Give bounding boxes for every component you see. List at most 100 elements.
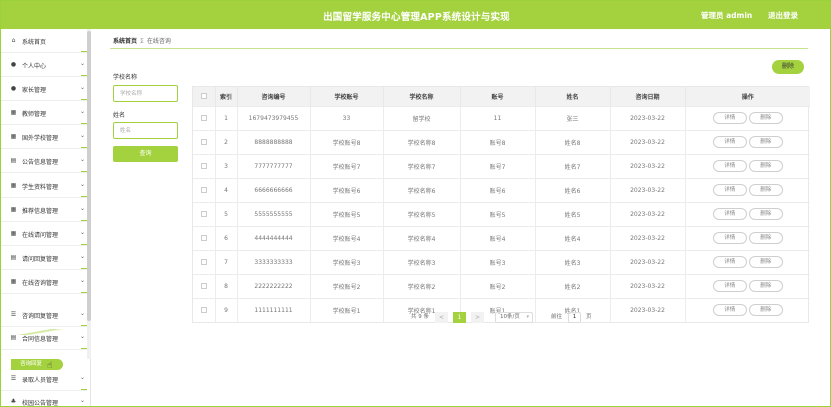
row-checkbox[interactable] [200,259,207,265]
detail-button[interactable]: 详情 [712,256,747,268]
row-school-name: 学校名称4 [383,225,461,250]
home-icon: ⌂ [11,37,16,44]
table-row: 5 5555555555 学校账号5 学校名称5 账号5 姓名5 2023-03-22 详情删… [193,201,810,226]
sidebar-item-foreign-schools[interactable]: ▦ 国外学校管理 ⌄ [1,125,87,149]
breadcrumb-current: 在线咨询 [146,38,171,45]
query-button[interactable]: 查询 [113,146,178,162]
detail-button[interactable]: 详情 [712,136,747,148]
delete-button[interactable]: 删除 [748,232,783,244]
school-name-input[interactable] [113,85,178,102]
sidebar-item-contracts[interactable]: ▤ 合同信息管理 ⌄ [1,326,87,350]
row-checkbox[interactable] [200,115,207,121]
breadcrumb-home[interactable]: 系统首页 [113,38,137,45]
row-index: 4 [215,177,238,202]
user-icon: ● [10,61,17,68]
row-select-cell[interactable] [193,177,216,202]
row-checkbox[interactable] [200,139,207,145]
sidebar-item-consult-reply[interactable]: ☰ 咨询回复管理 ⌄ [1,303,87,327]
col-header-actions: 操作 [685,87,810,106]
top-bar: 出国留学服务中心管理APP系统设计与实现 管理员 admin 退出登录 [1,1,830,29]
row-index: 7 [215,249,238,274]
page-size-select[interactable]: 10条/页 ▾ [495,312,533,323]
chevron-down-icon: ▾ [526,314,529,320]
col-header-date: 咨询日期 [610,87,686,106]
sidebar-item-inquiry-reply[interactable]: ▤ 请问回复管理 ⌄ [1,246,87,270]
row-school-name: 学校名称2 [383,273,461,298]
table-row: 6 4444444444 学校账号4 学校名称4 账号4 姓名4 2023-03-22 详情删… [193,225,810,250]
breadcrumb-divider [110,48,808,49]
sidebar-scrollbar-thumb[interactable] [87,31,91,321]
sidebar-item-parents[interactable]: ● 家长管理 ⌄ [1,77,87,101]
sidebar-item-home[interactable]: ⌂ 系统首页 [1,29,87,53]
grid-icon: ▦ [10,206,17,213]
row-select-cell[interactable] [193,153,216,178]
row-code: 2222222222 [237,273,311,298]
row-checkbox[interactable] [200,307,207,314]
sidebar-item-online-consult[interactable]: ▦ 在线咨询管理 ⌄ [1,270,87,294]
detail-button[interactable]: 详情 [712,232,747,244]
sidebar-item-label: 在线请问管理 [22,232,59,239]
chevron-down-icon: ⌄ [80,333,86,340]
delete-button[interactable]: 删除 [748,256,783,268]
delete-button[interactable]: 删除 [748,184,783,196]
row-school-account: 学校账号5 [310,201,384,226]
sidebar-item-label: 教师管理 [22,111,47,118]
next-page-button[interactable]: > [471,312,484,323]
row-account: 账号8 [460,129,536,154]
select-all-checkbox[interactable] [200,93,207,100]
detail-button[interactable]: 详情 [712,304,747,317]
row-checkbox[interactable] [200,283,207,289]
row-checkbox[interactable] [200,235,207,241]
row-select-cell[interactable] [193,273,216,298]
breadcrumb-separator: Σ [140,38,144,45]
delete-button[interactable]: 删除 [748,280,783,292]
sidebar-item-online-inquiry[interactable]: ▦ 在线请问管理 ⌄ [1,222,87,246]
sidebar-item-student-info[interactable]: ▦ 学生资料管理 ⌄ [1,174,87,198]
sidebar-item-admitted[interactable]: ☰ 录取人员管理 ⌄ [1,367,87,391]
batch-delete-button[interactable]: 删除 [772,60,804,74]
document-icon: ▤ [10,157,17,164]
select-all-header[interactable] [193,87,216,106]
delete-button[interactable]: 删除 [748,136,783,148]
name-input[interactable] [113,122,178,139]
row-checkbox[interactable] [200,163,207,169]
row-select-cell[interactable] [193,225,216,250]
page-1-button[interactable]: 1 [453,312,466,323]
logout-link[interactable]: 退出登录 [768,10,798,21]
sidebar-item-profile[interactable]: ● 个人中心 ⌄ [1,53,87,77]
delete-button[interactable]: 删除 [748,304,783,317]
grid-icon: ▦ [10,133,17,140]
delete-button[interactable]: 删除 [748,160,783,172]
row-date: 2023-03-22 [610,153,686,178]
table-row: 1 1679473979455 33 留学校 11 张三 2023-03-22 详情 删除 [193,105,810,130]
row-select-cell[interactable] [193,201,216,226]
sidebar-item-label: 国外学校管理 [22,135,59,142]
prev-page-button[interactable]: < [435,312,448,323]
sidebar-item-campus-notices[interactable]: ♣ 校园公告管理 ⌄ [1,390,87,406]
sidebar-item-teachers[interactable]: ▦ 教师管理 ⌄ [1,101,87,125]
row-select-cell[interactable] [193,129,216,154]
sidebar-item-recommend[interactable]: ▦ 推荐信息管理 ⌄ [1,198,87,222]
chevron-down-icon: ⌄ [80,132,86,139]
row-select-cell[interactable] [193,297,216,322]
delete-button[interactable]: 删除 [748,208,783,220]
detail-button[interactable]: 详情 [712,280,747,292]
tree-icon: ♣ [10,398,17,405]
goto-page-input[interactable]: 1 [568,312,581,323]
detail-button[interactable]: 详情 [712,184,747,196]
sidebar: 咨询回复 ☝ ⌂ 系统首页 ● 个人中心 ⌄ ● 家长管理 ⌄ ▦ 教师管理 ⌄ ▦ 国外学校管理 ⌄ ▤ 公… [1,29,91,406]
row-school-name: 学校名称7 [383,153,461,178]
row-index: 6 [215,225,238,250]
delete-button[interactable]: 删除 [748,112,783,124]
row-select-cell[interactable] [193,105,216,130]
row-checkbox[interactable] [200,211,207,217]
row-checkbox[interactable] [200,187,207,193]
col-header-index: 索引 [215,87,238,106]
sidebar-item-notices[interactable]: ▤ 公告信息管理 ⌄ [1,149,87,173]
sidebar-item-label: 个人中心 [22,63,47,70]
row-account: 账号5 [460,201,536,226]
detail-button[interactable]: 详情 [712,112,747,124]
detail-button[interactable]: 详情 [712,208,747,220]
row-select-cell[interactable] [193,249,216,274]
detail-button[interactable]: 详情 [712,160,747,172]
